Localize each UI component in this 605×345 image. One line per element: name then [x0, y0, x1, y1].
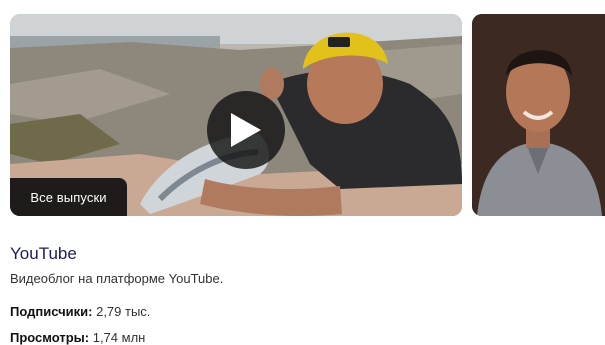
channel-title-link[interactable]: YouTube [10, 244, 77, 264]
play-icon [231, 113, 261, 147]
all-episodes-button[interactable]: Все выпуски [10, 178, 127, 216]
channel-description: Видеоблог на платформе YouTube. [10, 271, 224, 286]
stat-label: Подписчики: [10, 304, 93, 319]
stat-value: 1,74 млн [92, 330, 146, 345]
stat-subscribers: Подписчики: 2,79 тыс. [10, 304, 150, 319]
play-button[interactable] [207, 91, 285, 169]
stat-value: 2,79 тыс. [96, 304, 151, 319]
author-image [472, 14, 605, 216]
stat-views: Просмотры: 1,74 млн [10, 330, 145, 345]
channel-author-photo[interactable] [472, 14, 605, 216]
stat-label: Просмотры: [10, 330, 90, 345]
